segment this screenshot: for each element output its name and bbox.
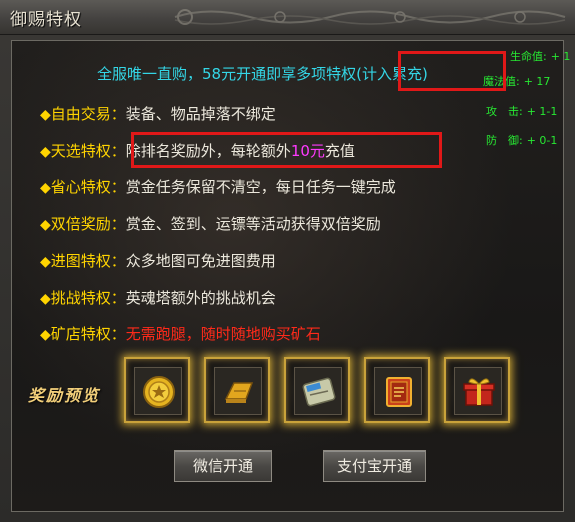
side-stat-attack: 攻 击: + 1-1 bbox=[486, 103, 557, 119]
reward-preview-label: 奖励预览 bbox=[28, 386, 101, 405]
diamond-bullet-icon: ◆ bbox=[40, 254, 51, 270]
stat-label: 防 御: bbox=[486, 134, 523, 147]
diamond-bullet-icon: ◆ bbox=[40, 180, 51, 196]
privilege-row-mine-shop: ◆矿店特权：无需跑腿，随时随地购买矿石 bbox=[40, 323, 321, 345]
privilege-label: 自由交易： bbox=[50, 105, 126, 123]
diamond-bullet-icon: ◆ bbox=[40, 291, 51, 307]
privilege-row-double: ◆双倍奖励：赏金、签到、运镖等活动获得双倍奖励 bbox=[40, 213, 381, 235]
headline-text: 全服唯一直购，58元开通即享多项特权(计入累充) bbox=[97, 65, 428, 83]
reward-slot-4[interactable] bbox=[364, 357, 430, 423]
dragon-ornament-icon bbox=[174, 9, 566, 25]
privilege-label: 双倍奖励： bbox=[50, 215, 126, 233]
reward-slot-2[interactable] bbox=[204, 357, 270, 423]
privilege-row-trade: ◆自由交易：装备、物品掉落不绑定 bbox=[40, 103, 276, 125]
privilege-row-map: ◆进图特权：众多地图可免进图费用 bbox=[40, 250, 276, 272]
reward-slot-1[interactable] bbox=[124, 357, 190, 423]
highlight-box-chosen bbox=[131, 132, 442, 168]
exp-scroll-icon bbox=[302, 377, 336, 407]
diamond-bullet-icon: ◆ bbox=[40, 327, 51, 343]
diamond-bullet-icon: ◆ bbox=[40, 107, 51, 123]
privilege-label: 天选特权： bbox=[50, 142, 126, 160]
privilege-desc: 赏金、签到、运镖等活动获得双倍奖励 bbox=[125, 215, 381, 233]
stat-value: + 17 bbox=[523, 75, 551, 88]
highlight-box-cumulative bbox=[398, 51, 506, 91]
alipay-open-button[interactable]: 支付宝开通 bbox=[323, 450, 426, 482]
stat-value: + 1 bbox=[550, 50, 571, 63]
privilege-label: 挑战特权： bbox=[50, 289, 126, 307]
stat-value: + 1-1 bbox=[526, 105, 558, 118]
stat-label: 攻 击: bbox=[486, 105, 523, 118]
privilege-row-convenience: ◆省心特权：赏金任务保留不清空，每日任务一键完成 bbox=[40, 176, 396, 198]
privilege-desc: 装备、物品掉落不绑定 bbox=[125, 105, 276, 123]
reward-slot-3[interactable] bbox=[284, 357, 350, 423]
diamond-bullet-icon: ◆ bbox=[40, 144, 51, 160]
reward-slot-5[interactable] bbox=[444, 357, 510, 423]
privilege-desc: 无需跑腿，随时随地购买矿石 bbox=[125, 325, 321, 343]
wechat-open-button[interactable]: 微信开通 bbox=[174, 450, 272, 482]
red-scroll-icon bbox=[386, 377, 412, 407]
title-bar[interactable]: 御赐特权 bbox=[0, 0, 575, 35]
window-title: 御赐特权 bbox=[10, 10, 82, 30]
side-stat-hp: 生命值: + 1 bbox=[510, 48, 570, 64]
privilege-desc: 赏金任务保留不清空，每日任务一键完成 bbox=[125, 178, 396, 196]
privilege-label: 省心特权： bbox=[50, 178, 126, 196]
stat-label: 生命值: bbox=[510, 50, 547, 63]
gold-bar-icon bbox=[224, 382, 254, 403]
gold-coin-icon bbox=[143, 376, 175, 408]
gift-box-icon bbox=[463, 378, 495, 406]
privilege-desc: 英魂塔额外的挑战机会 bbox=[125, 289, 276, 307]
privilege-window: 御赐特权 生命值: + 1 魔法值: + 17 攻 击: + 1-1 防 御: + 0-… bbox=[0, 0, 575, 522]
privilege-label: 进图特权： bbox=[50, 252, 126, 270]
privilege-label: 矿店特权： bbox=[50, 325, 126, 343]
stat-value: + 0-1 bbox=[526, 134, 558, 147]
privilege-desc: 众多地图可免进图费用 bbox=[125, 252, 276, 270]
side-stat-defense: 防 御: + 0-1 bbox=[486, 132, 557, 148]
diamond-bullet-icon: ◆ bbox=[40, 217, 51, 233]
privilege-row-challenge: ◆挑战特权：英魂塔额外的挑战机会 bbox=[40, 287, 276, 309]
